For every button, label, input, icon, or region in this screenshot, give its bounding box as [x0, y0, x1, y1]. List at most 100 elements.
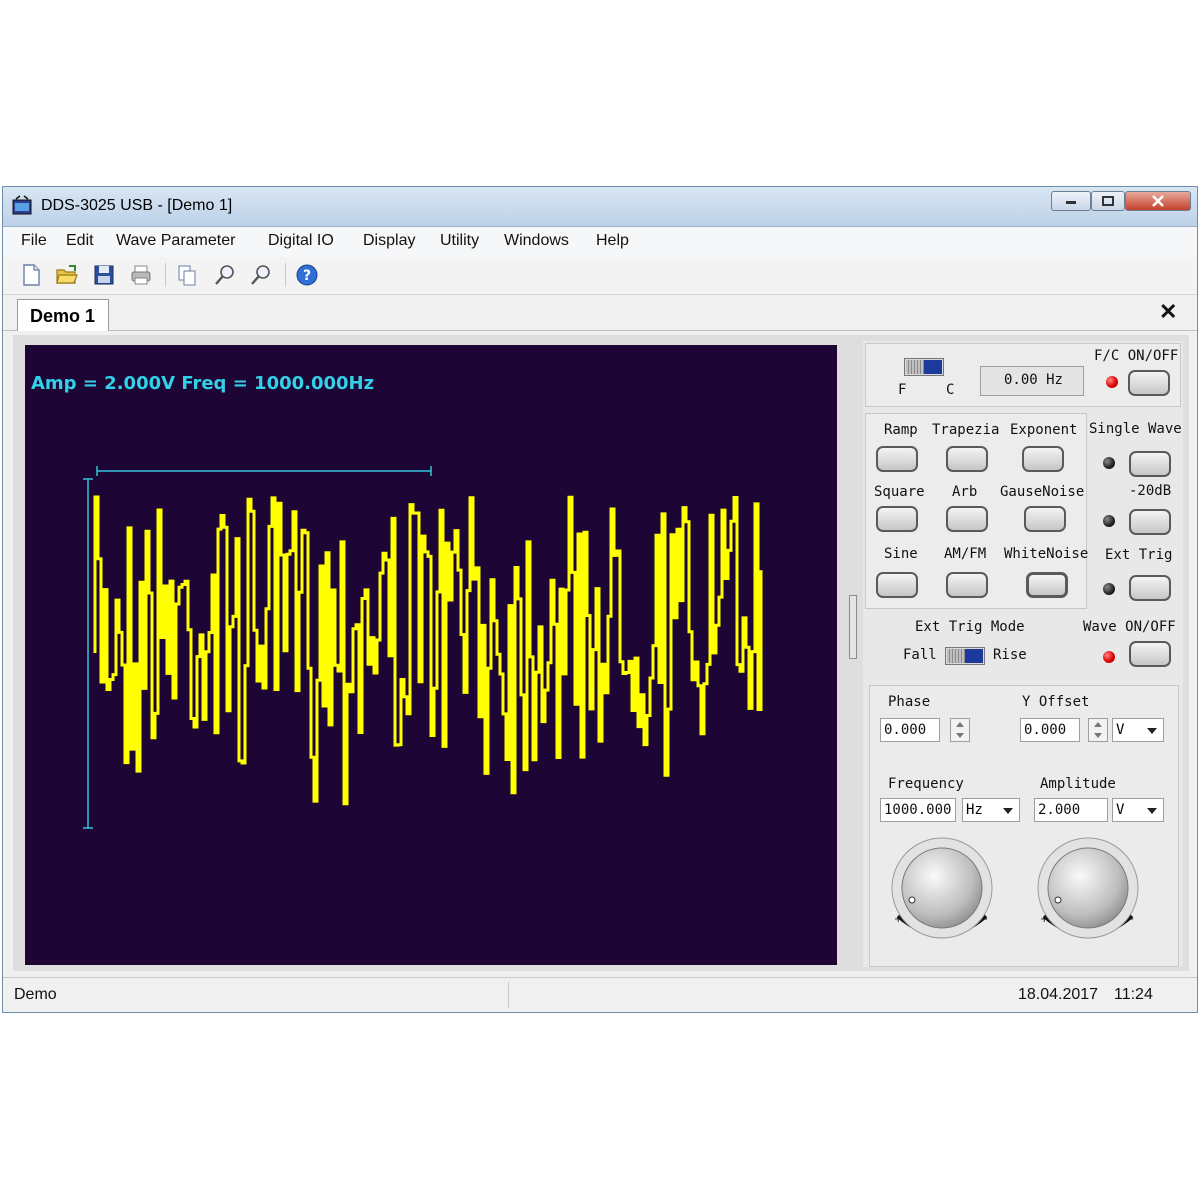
- open-folder-icon[interactable]: [55, 263, 79, 287]
- waveform-trace: [93, 495, 763, 806]
- toolbar: ?: [3, 257, 1197, 295]
- minus20db-led: [1103, 515, 1115, 527]
- gausenoise-label: GauseNoise: [1000, 484, 1085, 500]
- ramp-label: Ramp: [884, 422, 918, 438]
- menu-bar: File Edit Wave Parameter Digital IO Disp…: [3, 227, 1197, 257]
- app-window: DDS-3025 USB - [Demo 1] File Edit Wave P…: [2, 186, 1198, 1013]
- close-tab-icon[interactable]: ✕: [1159, 299, 1177, 325]
- frequency-knob[interactable]: + -: [888, 836, 996, 948]
- panel-splitter[interactable]: [849, 595, 857, 659]
- menu-utility[interactable]: Utility: [440, 232, 479, 250]
- svg-text:?: ?: [303, 268, 311, 284]
- ext-trig-label: Ext Trig: [1105, 547, 1173, 563]
- fall-label: Fall: [903, 647, 937, 663]
- save-icon[interactable]: [92, 263, 116, 287]
- trapezia-button[interactable]: [946, 446, 988, 472]
- toolbar-separator: [165, 263, 166, 287]
- single-wave-label: Single Wave: [1089, 421, 1182, 437]
- zoom-out-icon[interactable]: [249, 263, 273, 287]
- knob-plus-label: +: [894, 914, 902, 925]
- status-bar: Demo 18.04.2017 11:24: [3, 977, 1197, 1012]
- amplitude-input[interactable]: 2.000: [1034, 798, 1108, 822]
- knob-minus-label: -: [1130, 914, 1134, 925]
- chevron-down-icon: [1003, 808, 1013, 814]
- phase-input[interactable]: 0.000: [880, 718, 940, 742]
- amplitude-unit-value: V: [1116, 802, 1125, 818]
- help-icon[interactable]: ?: [295, 263, 319, 287]
- work-area: Amp = 2.000V Freq = 1000.000Hz F C 0.00 …: [13, 335, 1189, 971]
- ramp-button[interactable]: [876, 446, 918, 472]
- amplitude-unit-select[interactable]: V: [1112, 798, 1164, 822]
- ext-trig-button[interactable]: [1129, 575, 1171, 601]
- whitenoise-button[interactable]: [1026, 572, 1068, 598]
- frequency-unit-select[interactable]: Hz: [962, 798, 1020, 822]
- c-label: C: [946, 382, 955, 398]
- chevron-down-icon: [1147, 808, 1157, 814]
- gausenoise-button[interactable]: [1024, 506, 1066, 532]
- menu-file[interactable]: File: [21, 232, 47, 250]
- title-bar: DDS-3025 USB - [Demo 1]: [3, 187, 1197, 227]
- fc-switch[interactable]: [904, 358, 944, 376]
- trapezia-label: Trapezia: [932, 422, 1000, 438]
- wave-onoff-label: Wave ON/OFF: [1083, 619, 1176, 635]
- waveform-plot: [83, 466, 763, 829]
- yoffset-input[interactable]: 0.000: [1020, 718, 1080, 742]
- knob-minus-label: -: [984, 914, 988, 925]
- document-tab-bar: Demo 1 ✕: [3, 295, 1197, 331]
- amplitude-knob[interactable]: + -: [1034, 836, 1142, 948]
- app-icon: [12, 195, 32, 215]
- switch-grip: [947, 649, 965, 663]
- frequency-input[interactable]: 1000.000: [880, 798, 956, 822]
- whitenoise-label: WhiteNoise: [1004, 546, 1089, 562]
- minus20db-button[interactable]: [1129, 509, 1171, 535]
- phase-label: Phase: [888, 694, 931, 710]
- fc-led: [1106, 376, 1118, 388]
- switch-knob: [924, 360, 942, 374]
- zoom-in-icon[interactable]: [213, 263, 237, 287]
- yoffset-spinner[interactable]: [1088, 718, 1108, 742]
- fc-onoff-label: F/C ON/OFF: [1094, 348, 1179, 364]
- tab-demo-1[interactable]: Demo 1: [17, 299, 109, 331]
- menu-edit[interactable]: Edit: [66, 232, 94, 250]
- new-file-icon[interactable]: [19, 263, 43, 287]
- fc-onoff-button[interactable]: [1128, 370, 1170, 396]
- yoffset-label: Y Offset: [1022, 694, 1090, 710]
- single-wave-button[interactable]: [1129, 451, 1171, 477]
- menu-windows[interactable]: Windows: [504, 232, 569, 250]
- menu-display[interactable]: Display: [363, 232, 415, 250]
- square-label: Square: [874, 484, 925, 500]
- copy-icon[interactable]: [175, 263, 199, 287]
- minimize-button[interactable]: [1051, 191, 1091, 211]
- exponent-label: Exponent: [1010, 422, 1078, 438]
- arb-label: Arb: [952, 484, 978, 500]
- sine-button[interactable]: [876, 572, 918, 598]
- exponent-button[interactable]: [1022, 446, 1064, 472]
- scope-display: Amp = 2.000V Freq = 1000.000Hz: [25, 345, 837, 965]
- wave-led: [1103, 651, 1115, 663]
- yoffset-unit-value: V: [1116, 722, 1125, 738]
- amfm-button[interactable]: [946, 572, 988, 598]
- parameter-group: Phase 0.000 Y Offset 0.000 V Frequency 1…: [869, 685, 1179, 967]
- maximize-button[interactable]: [1091, 191, 1125, 211]
- arb-button[interactable]: [946, 506, 988, 532]
- status-time: 11:24: [1114, 986, 1153, 1003]
- wave-onoff-button[interactable]: [1129, 641, 1171, 667]
- square-button[interactable]: [876, 506, 918, 532]
- yoffset-unit-select[interactable]: V: [1112, 718, 1164, 742]
- minimize-icon: [1066, 201, 1076, 204]
- close-window-button[interactable]: [1125, 191, 1191, 211]
- print-icon[interactable]: [129, 263, 153, 287]
- knob-plus-label: +: [1040, 914, 1048, 925]
- trig-mode-switch[interactable]: [945, 647, 985, 665]
- amplitude-label: Amplitude: [1040, 776, 1116, 792]
- amfm-label: AM/FM: [944, 546, 987, 562]
- frequency-unit-value: Hz: [966, 802, 983, 818]
- ext-trig-led: [1103, 583, 1115, 595]
- menu-help[interactable]: Help: [596, 232, 629, 250]
- phase-spinner[interactable]: [950, 718, 970, 742]
- window-title: DDS-3025 USB - [Demo 1]: [41, 197, 233, 214]
- minus20db-label: -20dB: [1129, 483, 1172, 499]
- f-label: F: [898, 382, 907, 398]
- menu-digital-io[interactable]: Digital IO: [268, 232, 334, 250]
- menu-wave-parameter[interactable]: Wave Parameter: [116, 232, 235, 250]
